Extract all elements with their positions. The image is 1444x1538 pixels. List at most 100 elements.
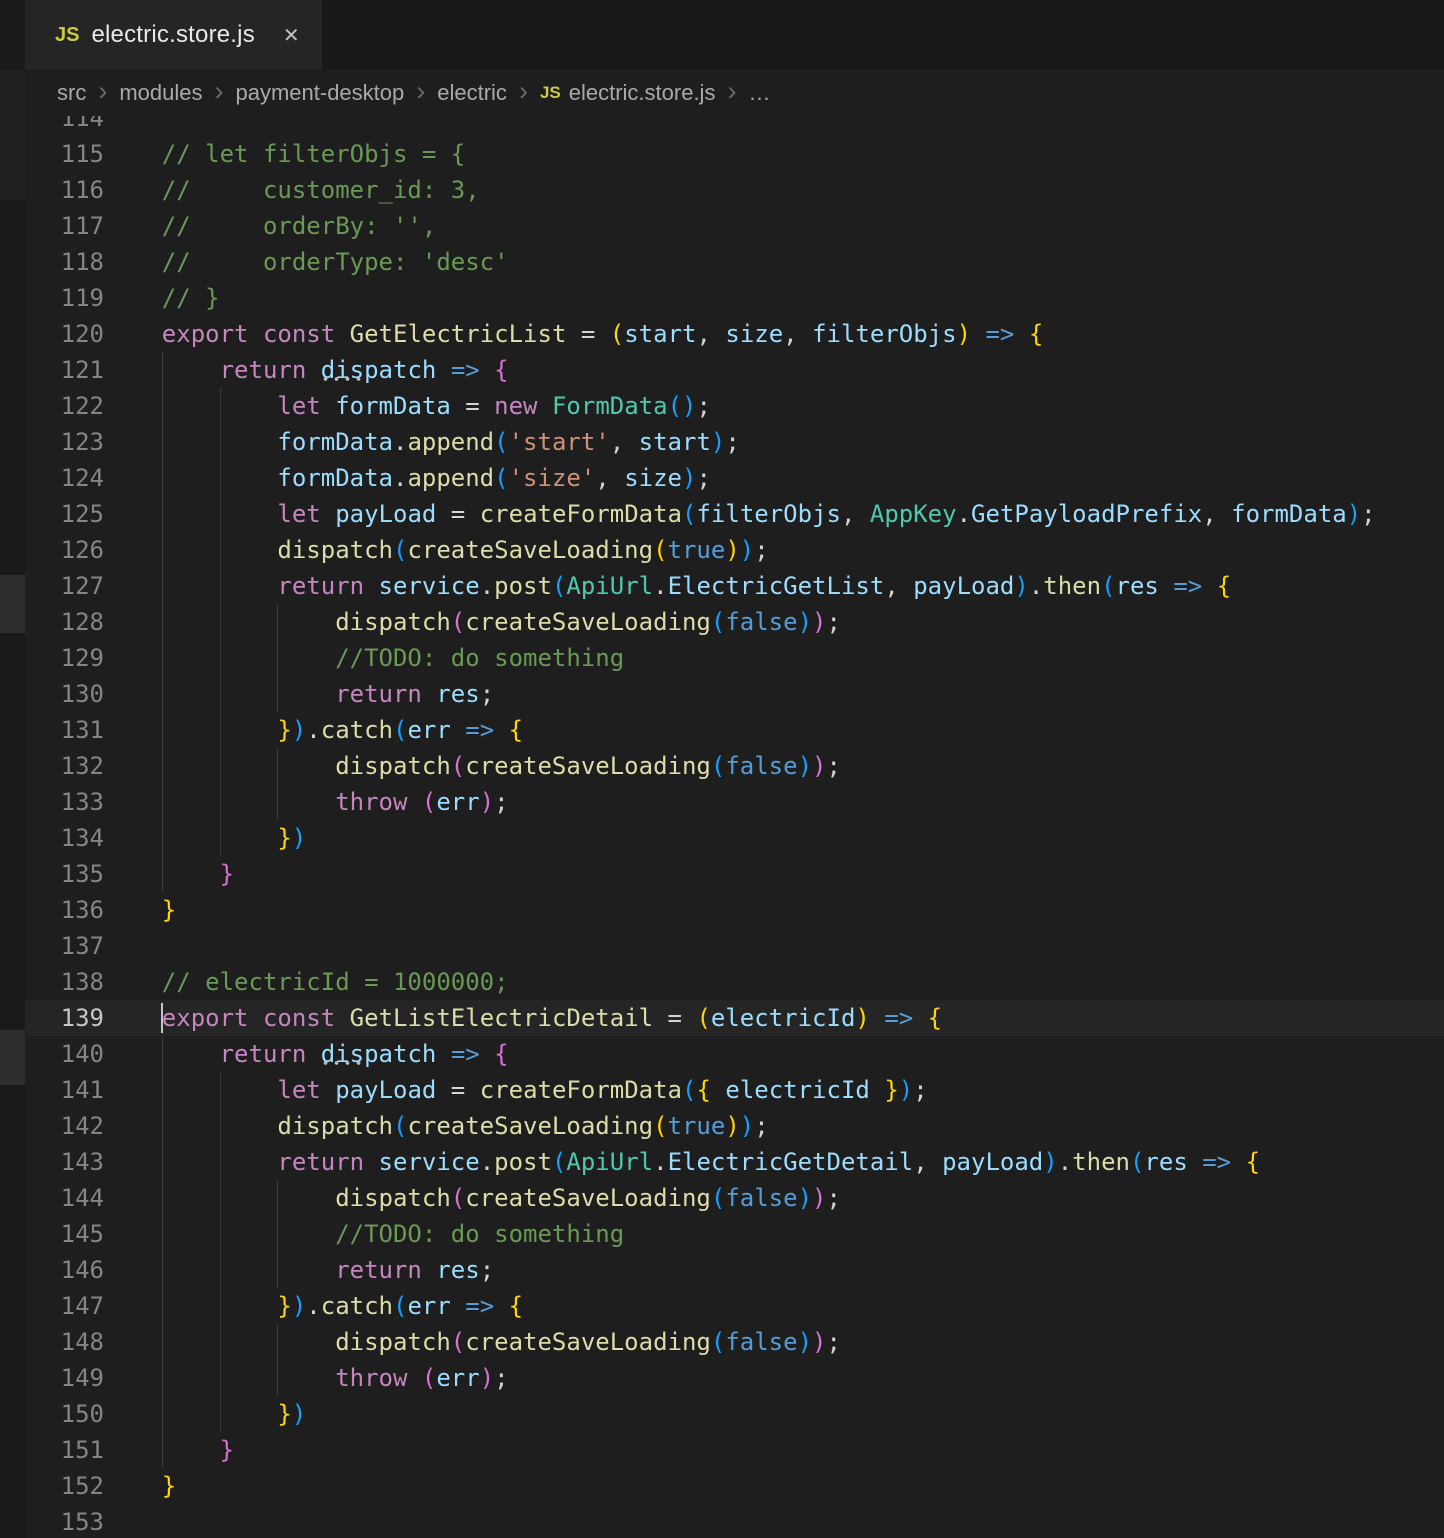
code-line[interactable]: 150 }) bbox=[0, 1396, 1444, 1432]
code-token bbox=[104, 1400, 277, 1428]
code-token: catch bbox=[321, 1292, 393, 1320]
code-line[interactable]: 153 bbox=[0, 1504, 1444, 1538]
code-token: throw bbox=[335, 788, 407, 816]
code-line[interactable]: 116 // customer_id: 3, bbox=[0, 172, 1444, 208]
breadcrumb-label: payment-desktop bbox=[235, 80, 404, 106]
code-token: { bbox=[509, 716, 523, 744]
code-token bbox=[104, 536, 277, 564]
code-text: return res; bbox=[104, 1252, 1444, 1288]
code-text: // customer_id: 3, bbox=[104, 172, 1444, 208]
breadcrumb-item-src[interactable]: src bbox=[57, 80, 86, 106]
breadcrumb-item-electric.store.js[interactable]: JSelectric.store.js bbox=[540, 80, 716, 106]
code-text: return dispatch => { bbox=[104, 352, 1444, 388]
code-token: true bbox=[668, 536, 726, 564]
code-line[interactable]: 124 formData.append('size', size); bbox=[0, 460, 1444, 496]
breadcrumb-item-payment-desktop[interactable]: payment-desktop bbox=[235, 80, 404, 106]
code-line[interactable]: 130 return res; bbox=[0, 676, 1444, 712]
code-editor[interactable]: 114115 // let filterObjs = {116 // custo… bbox=[0, 116, 1444, 1538]
code-line[interactable]: 146 return res; bbox=[0, 1252, 1444, 1288]
code-line[interactable]: 115 // let filterObjs = { bbox=[0, 136, 1444, 172]
code-token: start bbox=[624, 320, 696, 348]
code-line[interactable]: 125 let payLoad = createFormData(filterO… bbox=[0, 496, 1444, 532]
code-line[interactable]: 148 dispatch(createSaveLoading(false)); bbox=[0, 1324, 1444, 1360]
code-line[interactable]: 142 dispatch(createSaveLoading(true)); bbox=[0, 1108, 1444, 1144]
breadcrumb-label: … bbox=[748, 80, 770, 106]
code-token: ; bbox=[494, 1364, 508, 1392]
code-line[interactable]: 134 }) bbox=[0, 820, 1444, 856]
code-token: { bbox=[696, 1076, 710, 1104]
code-token: => bbox=[451, 1040, 480, 1068]
code-token: return bbox=[277, 1148, 364, 1176]
code-token: false bbox=[725, 1184, 797, 1212]
code-line[interactable]: 145 //TODO: do something bbox=[0, 1216, 1444, 1252]
code-line[interactable]: 149 throw (err); bbox=[0, 1360, 1444, 1396]
code-line[interactable]: 147 }).catch(err => { bbox=[0, 1288, 1444, 1324]
code-line[interactable]: 114 bbox=[0, 116, 1444, 136]
code-token: ; bbox=[826, 752, 840, 780]
breadcrumb-item-electric[interactable]: electric bbox=[437, 80, 507, 106]
code-token bbox=[306, 356, 320, 384]
code-line[interactable]: 138 // electricId = 1000000; bbox=[0, 964, 1444, 1000]
breadcrumb-item-modules[interactable]: modules bbox=[119, 80, 202, 106]
code-line[interactable]: 139 export const GetListElectricDetail =… bbox=[0, 1000, 1444, 1036]
code-line[interactable]: 132 dispatch(createSaveLoading(false)); bbox=[0, 748, 1444, 784]
code-line[interactable]: 117 // orderBy: '', bbox=[0, 208, 1444, 244]
indent-guide bbox=[220, 640, 221, 676]
code-line[interactable]: 128 dispatch(createSaveLoading(false)); bbox=[0, 604, 1444, 640]
code-line[interactable]: 137 bbox=[0, 928, 1444, 964]
code-token bbox=[422, 680, 436, 708]
code-token: ; bbox=[826, 608, 840, 636]
code-line[interactable]: 126 dispatch(createSaveLoading(true)); bbox=[0, 532, 1444, 568]
code-line[interactable]: 122 let formData = new FormData(); bbox=[0, 388, 1444, 424]
code-token: } bbox=[162, 1472, 176, 1500]
code-line[interactable]: 129 //TODO: do something bbox=[0, 640, 1444, 676]
tab-close-icon[interactable]: ✕ bbox=[283, 23, 300, 48]
code-line[interactable]: 135 } bbox=[0, 856, 1444, 892]
code-token: ) bbox=[798, 608, 812, 636]
code-text: dispatch(createSaveLoading(false)); bbox=[104, 1324, 1444, 1360]
code-line[interactable]: 141 let payLoad = createFormData({ elect… bbox=[0, 1072, 1444, 1108]
code-line[interactable]: 120 export const GetElectricList = (star… bbox=[0, 316, 1444, 352]
code-token bbox=[870, 1004, 884, 1032]
code-token: then bbox=[1043, 572, 1101, 600]
code-token: formData bbox=[277, 464, 393, 492]
code-line[interactable]: 127 return service.post(ApiUrl.ElectricG… bbox=[0, 568, 1444, 604]
code-token: . bbox=[653, 572, 667, 600]
tab-electric-store-js[interactable]: JS electric.store.js ✕ bbox=[25, 0, 322, 70]
code-line[interactable]: 123 formData.append('start', start); bbox=[0, 424, 1444, 460]
code-line[interactable]: 118 // orderType: 'desc' bbox=[0, 244, 1444, 280]
code-token: dispatch bbox=[277, 1112, 393, 1140]
code-token: let bbox=[277, 500, 320, 528]
code-line[interactable]: 144 dispatch(createSaveLoading(false)); bbox=[0, 1180, 1444, 1216]
code-token bbox=[321, 392, 335, 420]
indent-guide bbox=[220, 1288, 221, 1324]
indent-guide bbox=[220, 1360, 221, 1396]
code-token: dispatch bbox=[335, 1328, 451, 1356]
code-token: = bbox=[436, 500, 479, 528]
code-token: ( bbox=[393, 536, 407, 564]
code-line[interactable]: 143 return service.post(ApiUrl.ElectricG… bbox=[0, 1144, 1444, 1180]
breadcrumb-item-more-symbols[interactable]: … bbox=[748, 80, 770, 106]
code-line[interactable]: 140 return dispatch => { bbox=[0, 1036, 1444, 1072]
code-token: res bbox=[1144, 1148, 1187, 1176]
code-line[interactable]: 152 } bbox=[0, 1468, 1444, 1504]
code-token bbox=[104, 1148, 277, 1176]
code-token: GetListElectricDetail bbox=[350, 1004, 653, 1032]
code-token: ( bbox=[552, 1148, 566, 1176]
code-token: append bbox=[407, 428, 494, 456]
indent-guide bbox=[220, 1108, 221, 1144]
code-line[interactable]: 133 throw (err); bbox=[0, 784, 1444, 820]
code-token: createSaveLoading bbox=[465, 1184, 711, 1212]
indent-guide bbox=[277, 1360, 278, 1396]
code-token: . bbox=[306, 716, 320, 744]
code-line[interactable]: 136 } bbox=[0, 892, 1444, 928]
code-line[interactable]: 131 }).catch(err => { bbox=[0, 712, 1444, 748]
tab-title: electric.store.js bbox=[91, 21, 254, 49]
code-line[interactable]: 119 // } bbox=[0, 280, 1444, 316]
code-token: payLoad bbox=[335, 500, 436, 528]
code-token: { bbox=[1217, 572, 1231, 600]
code-token: => bbox=[884, 1004, 913, 1032]
code-line[interactable]: 121 return dispatch => { bbox=[0, 352, 1444, 388]
code-token bbox=[407, 788, 421, 816]
code-line[interactable]: 151 } bbox=[0, 1432, 1444, 1468]
